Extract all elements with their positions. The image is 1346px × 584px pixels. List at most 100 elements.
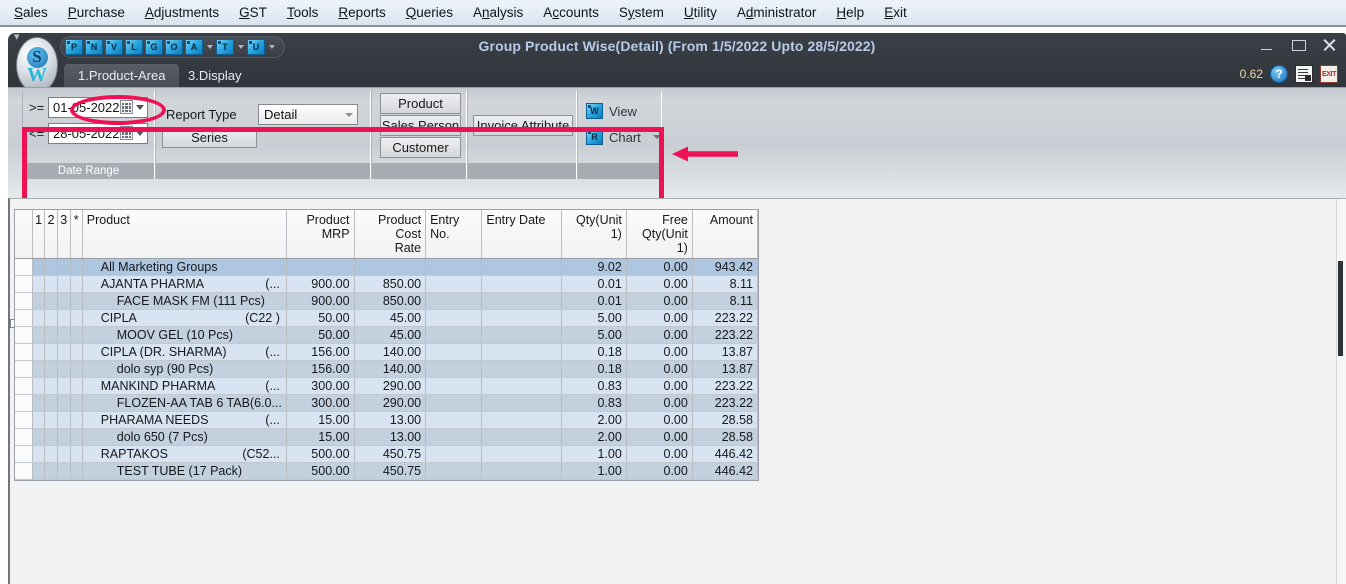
qat-a-dropdown[interactable] (205, 37, 214, 57)
qat-o-icon[interactable]: O (165, 39, 183, 55)
table-row[interactable]: RAPTAKOS (C52... 500.00 450.75 1.00 0.00 446.4… (15, 445, 759, 463)
row-selector-cell[interactable] (15, 258, 33, 276)
vertical-scrollbar-thumb[interactable] (1338, 261, 1343, 356)
column-header-product[interactable]: Product (82, 210, 287, 259)
menu-item-accounts[interactable]: Accounts (533, 2, 609, 24)
menu-item-tools[interactable]: Tools (277, 2, 329, 24)
chevron-down-icon[interactable] (652, 135, 661, 139)
table-row[interactable]: FACE MASK FM (111 Pcs) 900.00 850.00 0.01 0.… (15, 292, 759, 310)
product-button[interactable]: Product (380, 93, 461, 114)
help-icon[interactable]: ? (1270, 65, 1288, 83)
cell-product-mrp: 156.00 (286, 360, 355, 378)
view-button[interactable]: W View (586, 103, 637, 119)
row-selector-cell[interactable] (15, 377, 33, 395)
tab-display[interactable]: 3.Display (174, 64, 255, 87)
cell-product: MANKIND PHARMA (... (82, 377, 287, 395)
column-header-entry-date[interactable]: Entry Date (481, 210, 563, 259)
table-row[interactable]: dolo syp (90 Pcs) 156.00 140.00 0.18 0.00 13.… (15, 360, 759, 378)
menu-item-queries[interactable]: Queries (396, 2, 463, 24)
qat-u-dropdown[interactable] (267, 37, 276, 57)
row-selector-cell[interactable] (15, 462, 33, 480)
customer-button[interactable]: Customer (380, 137, 461, 158)
row-selector-cell[interactable] (15, 360, 33, 378)
table-row[interactable]: PHARAMA NEEDS (... 15.00 13.00 2.00 0.00 28.58 (15, 411, 759, 429)
minimize-button[interactable] (1259, 37, 1276, 53)
table-row[interactable]: CIPLA (C22 ) 50.00 45.00 5.00 0.00 223.22 (15, 309, 759, 327)
column-header-entry-no[interactable]: Entry No. (425, 210, 483, 259)
level-cell (32, 377, 46, 395)
menu-item-administrator[interactable]: Administrator (727, 2, 827, 24)
vertical-scrollbar[interactable] (1336, 199, 1346, 584)
qat-u-icon[interactable]: U (247, 39, 265, 55)
menu-item-gst[interactable]: GST (229, 2, 277, 24)
qat-p-icon[interactable]: P (65, 39, 83, 55)
row-selector-cell[interactable] (15, 411, 33, 429)
level-1-header[interactable]: 1 (32, 210, 46, 259)
menu-item-exit[interactable]: Exit (874, 2, 917, 24)
menu-item-sales[interactable]: Sales (4, 2, 58, 24)
menu-item-purchase[interactable]: Purchase (58, 2, 135, 24)
document-icon[interactable] (1295, 65, 1313, 83)
row-selector-cell[interactable] (15, 292, 33, 310)
row-selector-cell[interactable] (15, 343, 33, 361)
calendar-icon[interactable] (120, 126, 133, 140)
cell-qty: 1.00 (561, 462, 627, 480)
date-from-input[interactable]: 01-05-2022 (48, 97, 148, 118)
chevron-down-icon[interactable] (136, 131, 144, 136)
chevron-down-icon[interactable] (345, 113, 353, 117)
row-selector-cell[interactable] (15, 394, 33, 412)
menu-item-analysis[interactable]: Analysis (463, 2, 533, 24)
column-header-product-mrp[interactable]: Product MRP (286, 210, 355, 259)
cell-entry-date (481, 309, 563, 327)
cell-free-qty: 0.00 (626, 326, 693, 344)
table-row[interactable]: CIPLA (DR. SHARMA) (... 156.00 140.00 0.18 0.… (15, 343, 759, 361)
exit-icon[interactable]: EXIT (1320, 65, 1338, 83)
table-row[interactable]: dolo 650 (7 Pcs) 15.00 13.00 2.00 0.00 28.58 (15, 428, 759, 446)
row-selector-cell[interactable] (15, 309, 33, 327)
qat-l-icon[interactable]: L (125, 39, 143, 55)
menu-item-help[interactable]: Help (826, 2, 874, 24)
quick-access-toolbar: PNVLGOATU (60, 36, 285, 58)
invoice-attribute-button[interactable]: Invoice Attribute (473, 115, 573, 136)
table-row[interactable]: All Marketing Groups 9.02 0.00 943.42 (15, 258, 759, 276)
table-row[interactable]: MANKIND PHARMA (... 300.00 290.00 0.83 0.00 22… (15, 377, 759, 395)
view-icon: W (586, 103, 603, 119)
row-selector-cell[interactable] (15, 428, 33, 446)
qat-n-icon[interactable]: N (85, 39, 103, 55)
report-type-select[interactable]: Detail (258, 104, 358, 125)
menu-item-reports[interactable]: Reports (328, 2, 395, 24)
level-all-header[interactable]: * (70, 210, 83, 259)
row-selector-cell[interactable] (15, 445, 33, 463)
column-header-amount[interactable]: Amount (692, 210, 759, 259)
chart-button[interactable]: R Chart (586, 129, 661, 145)
menu-item-system[interactable]: System (609, 2, 674, 24)
table-row[interactable]: AJANTA PHARMA (... 900.00 850.00 0.01 0.00 8.1… (15, 275, 759, 293)
qat-a-icon[interactable]: A (185, 39, 203, 55)
maximize-button[interactable] (1290, 37, 1307, 53)
level-3-header[interactable]: 3 (57, 210, 71, 259)
series-button[interactable]: Series (162, 127, 257, 148)
calendar-icon[interactable] (120, 100, 133, 114)
table-row[interactable]: TEST TUBE (17 Pack) 500.00 450.75 1.00 0.00 4… (15, 462, 759, 480)
menu-item-utility[interactable]: Utility (674, 2, 727, 24)
menu-item-adjustments[interactable]: Adjustments (135, 2, 229, 24)
row-selector-cell[interactable] (15, 326, 33, 344)
chevron-down-icon[interactable] (136, 105, 144, 110)
date-to-input[interactable]: 28-05-2022 (48, 123, 148, 144)
close-button[interactable] (1321, 37, 1338, 53)
level-2-header[interactable]: 2 (44, 210, 58, 259)
column-header-qty[interactable]: Qty(Unit 1) (561, 210, 627, 259)
qat-g-icon[interactable]: G (145, 39, 163, 55)
tab-product-area[interactable]: 1.Product-Area (64, 64, 180, 87)
qat-t-dropdown[interactable] (236, 37, 245, 57)
column-header-product-cost-rate[interactable]: Product Cost Rate (354, 210, 427, 259)
sales-person-button[interactable]: Sales Person (380, 115, 461, 136)
cell-product-cost-rate: 45.00 (354, 326, 427, 344)
column-header-free-qty[interactable]: Free Qty(Unit 1) (626, 210, 693, 259)
level-cell (32, 343, 46, 361)
table-row[interactable]: MOOV GEL (10 Pcs) 50.00 45.00 5.00 0.00 223.2… (15, 326, 759, 344)
qat-v-icon[interactable]: V (105, 39, 123, 55)
table-row[interactable]: FLOZEN-AA TAB 6 TAB(6.0... 300.00 290.00 0.… (15, 394, 759, 412)
qat-t-icon[interactable]: T (216, 39, 234, 55)
row-selector-cell[interactable] (15, 275, 33, 293)
